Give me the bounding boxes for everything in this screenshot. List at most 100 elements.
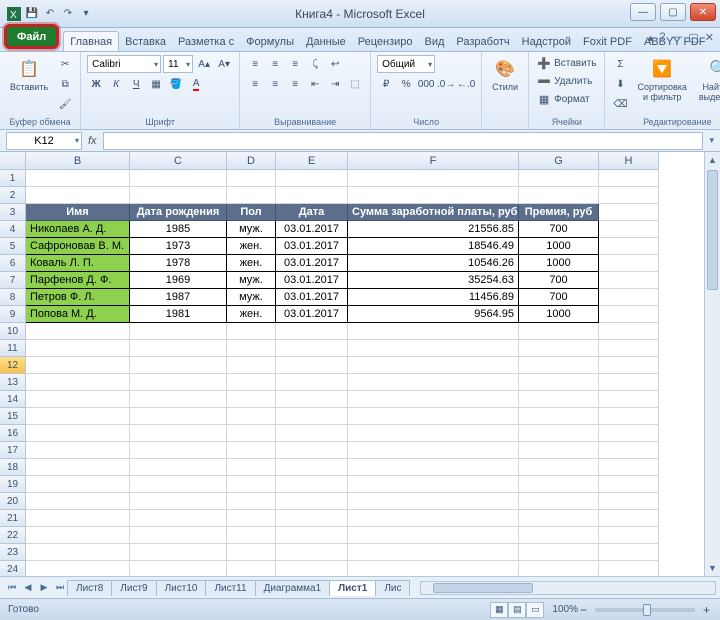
cell-H10[interactable] (599, 323, 659, 340)
cell-B19[interactable] (26, 476, 130, 493)
cell-bonus[interactable]: 700 (519, 289, 599, 306)
cell-H23[interactable] (599, 544, 659, 561)
cell-E15[interactable] (276, 408, 348, 425)
increase-decimal-icon[interactable]: .0→ (437, 75, 455, 93)
tab-data[interactable]: Данные (300, 32, 352, 51)
cell-F20[interactable] (348, 493, 519, 510)
cell-sex[interactable]: жен. (227, 306, 276, 323)
scroll-down-icon[interactable]: ▼ (705, 560, 720, 576)
scroll-up-icon[interactable]: ▲ (705, 152, 720, 168)
row-header-20[interactable]: 20 (0, 493, 26, 510)
cell-E21[interactable] (276, 510, 348, 527)
cell-G11[interactable] (519, 340, 599, 357)
sheet-last-icon[interactable]: ⏭ (52, 580, 68, 596)
cell-E24[interactable] (276, 561, 348, 576)
row-header-8[interactable]: 8 (0, 289, 26, 306)
cell-F18[interactable] (348, 459, 519, 476)
cell-birth[interactable]: 1978 (130, 255, 227, 272)
cell-bonus[interactable]: 700 (519, 272, 599, 289)
cell-bonus[interactable]: 1000 (519, 255, 599, 272)
cell-E11[interactable] (276, 340, 348, 357)
row-header-2[interactable]: 2 (0, 187, 26, 204)
align-top-icon[interactable]: ≡ (246, 55, 264, 73)
cell-D16[interactable] (227, 425, 276, 442)
cell-D24[interactable] (227, 561, 276, 576)
sheet-tab-Лист9[interactable]: Лист9 (111, 580, 156, 596)
cell-F11[interactable] (348, 340, 519, 357)
workbook-restore-icon[interactable]: ▢ (688, 31, 698, 44)
cell-G23[interactable] (519, 544, 599, 561)
cell-C17[interactable] (130, 442, 227, 459)
cell-C14[interactable] (130, 391, 227, 408)
cell-G18[interactable] (519, 459, 599, 476)
cell-F13[interactable] (348, 374, 519, 391)
align-left-icon[interactable]: ≡ (246, 75, 264, 93)
sort-filter-button[interactable]: 🔽 Сортировка и фильтр (633, 55, 690, 105)
cell-D21[interactable] (227, 510, 276, 527)
cell-date[interactable]: 03.01.2017 (276, 255, 348, 272)
merge-icon[interactable]: ⬚ (346, 75, 364, 93)
cell-E18[interactable] (276, 459, 348, 476)
cut-icon[interactable]: ✂ (56, 55, 74, 73)
cell-F15[interactable] (348, 408, 519, 425)
row-header-19[interactable]: 19 (0, 476, 26, 493)
row-header-5[interactable]: 5 (0, 238, 26, 255)
sheet-tab-Лист8[interactable]: Лист8 (67, 580, 112, 596)
cell-E23[interactable] (276, 544, 348, 561)
save-icon[interactable]: 💾 (24, 6, 40, 22)
cell-D19[interactable] (227, 476, 276, 493)
find-select-button[interactable]: 🔍 Найти и выделить (695, 55, 720, 105)
cell-salary[interactable]: 9564.95 (348, 306, 519, 323)
cell-salary[interactable]: 10546.26 (348, 255, 519, 272)
cell-D1[interactable] (227, 170, 276, 187)
cell-F12[interactable] (348, 357, 519, 374)
tab-page-layout[interactable]: Разметка с (172, 32, 240, 51)
sheet-tab-Лист1[interactable]: Лист1 (329, 580, 376, 596)
zoom-in-icon[interactable]: + (701, 603, 712, 617)
cell-sex[interactable]: муж. (227, 289, 276, 306)
cell-B2[interactable] (26, 187, 130, 204)
cell-H24[interactable] (599, 561, 659, 576)
workbook-minimize-icon[interactable]: — (671, 31, 682, 44)
cell-D10[interactable] (227, 323, 276, 340)
horizontal-scrollbar[interactable] (420, 581, 716, 595)
sheet-first-icon[interactable]: ⏮ (4, 580, 20, 596)
cell-B15[interactable] (26, 408, 130, 425)
row-header-7[interactable]: 7 (0, 272, 26, 289)
cell-E22[interactable] (276, 527, 348, 544)
cell-empty[interactable] (599, 221, 659, 238)
font-color-icon[interactable]: A (187, 75, 205, 93)
workbook-close-icon[interactable]: ✕ (705, 31, 714, 44)
table-header[interactable]: Имя (26, 204, 130, 221)
cells-delete-button[interactable]: ➖Удалить (535, 73, 598, 89)
row-header-11[interactable]: 11 (0, 340, 26, 357)
decrease-indent-icon[interactable]: ⇤ (306, 75, 324, 93)
cell-C20[interactable] (130, 493, 227, 510)
cell-sex[interactable]: жен. (227, 255, 276, 272)
cell-C18[interactable] (130, 459, 227, 476)
worksheet[interactable]: BCDEFGH123ИмяДата рожденияПолДатаСумма з… (0, 152, 720, 576)
orientation-icon[interactable]: ⤹ (306, 55, 324, 73)
cell-H3[interactable] (599, 204, 659, 221)
cell-G20[interactable] (519, 493, 599, 510)
view-normal-icon[interactable]: ▦ (490, 602, 508, 618)
cell-salary[interactable]: 21556.85 (348, 221, 519, 238)
vertical-scrollbar[interactable]: ▲ ▼ (704, 152, 720, 576)
cell-G21[interactable] (519, 510, 599, 527)
cell-date[interactable]: 03.01.2017 (276, 306, 348, 323)
cell-H16[interactable] (599, 425, 659, 442)
cell-D18[interactable] (227, 459, 276, 476)
cell-E1[interactable] (276, 170, 348, 187)
cell-name[interactable]: Сафроновав В. М. (26, 238, 130, 255)
tab-view[interactable]: Вид (419, 32, 451, 51)
cell-bonus[interactable]: 700 (519, 221, 599, 238)
qat-customize-icon[interactable]: ▾ (78, 6, 94, 22)
increase-font-icon[interactable]: A▴ (195, 55, 213, 73)
close-button[interactable]: ✕ (690, 3, 716, 21)
cell-C1[interactable] (130, 170, 227, 187)
underline-icon[interactable]: Ч (127, 75, 145, 93)
align-right-icon[interactable]: ≡ (286, 75, 304, 93)
help-icon[interactable]: ? (659, 31, 665, 44)
table-header[interactable]: Пол (227, 204, 276, 221)
tab-insert[interactable]: Вставка (119, 32, 172, 51)
